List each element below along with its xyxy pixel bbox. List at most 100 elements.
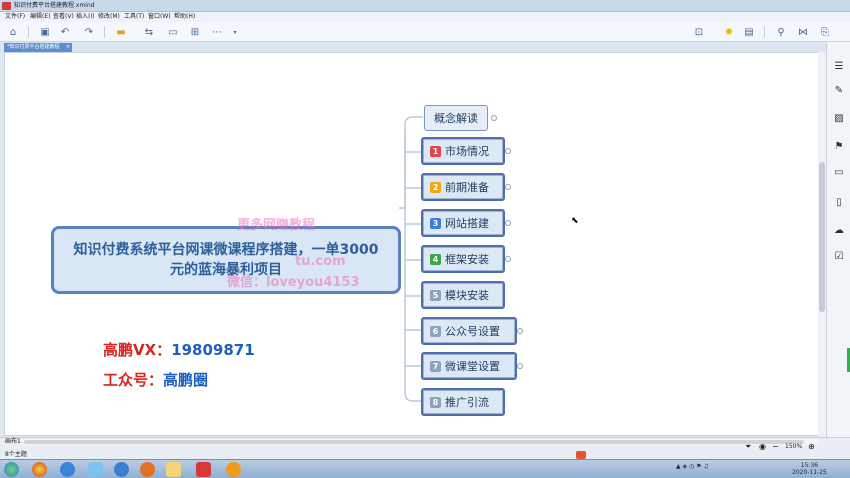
topic-count: 8个主题 xyxy=(5,451,27,458)
sogou-icon[interactable] xyxy=(60,462,75,477)
expand-icon[interactable] xyxy=(505,256,511,262)
relationship-icon[interactable]: ⇆ xyxy=(142,25,156,39)
toolbar: ⌂ ▣ ↶ ↷ ▬ ⇆ ▭ ⊞ ⋯ ▾ ⊡ ✹ ▤ ⚲ ⋈ ⎘ xyxy=(0,22,850,42)
zoom-level[interactable]: 150% xyxy=(785,443,802,451)
topic-icon[interactable]: ▬ xyxy=(114,25,128,39)
watermark-line2: tu.com xyxy=(295,254,346,269)
format-brush-icon[interactable]: ✎ xyxy=(834,86,844,96)
watermark-line1: 更多网赚教程 xyxy=(237,218,316,233)
mindmap-canvas[interactable]: 知识付费系统平台网课微课程序搭建，一单3000元的蓝海暴利项目 更多网赚教程 t… xyxy=(4,52,822,436)
vertical-scrollbar[interactable] xyxy=(818,52,826,436)
task-icon[interactable]: ☑ xyxy=(834,252,844,262)
start-button-icon[interactable] xyxy=(4,462,19,477)
export-icon[interactable]: ⎘ xyxy=(818,25,832,39)
tray-icons[interactable]: ▲ ◈ ◷ ⚑ ♫ xyxy=(676,463,709,470)
expand-icon[interactable] xyxy=(517,328,523,334)
save-icon[interactable]: ▣ xyxy=(38,25,52,39)
branch-label: 公众号设置 xyxy=(445,325,500,338)
title-bar: 知识付费平台搭建教程.xmind xyxy=(0,0,850,12)
toolbar-separator xyxy=(28,26,29,38)
vx-contact: 高鹏VX：19809871 xyxy=(103,339,255,360)
branch-node[interactable]: 7 微课堂设置 xyxy=(421,352,517,380)
branch-label: 微课堂设置 xyxy=(445,360,500,373)
branch-node[interactable]: 概念解读 xyxy=(424,105,488,131)
dropdown-icon[interactable]: ▾ xyxy=(228,25,242,39)
outline-icon[interactable]: ☰ xyxy=(834,62,844,72)
expand-icon[interactable] xyxy=(517,363,523,369)
xmind-window: 知识付费平台搭建教程.xmind 文件(F) 编辑(E) 查看(V) 插入(I)… xyxy=(0,0,850,478)
expand-icon[interactable] xyxy=(505,148,511,154)
branch-node[interactable]: 1 市场情况 xyxy=(421,137,505,165)
browser-icon[interactable] xyxy=(32,462,47,477)
zoom-in-icon[interactable]: ⊕ xyxy=(808,442,815,451)
branch-node[interactable]: 6 公众号设置 xyxy=(421,317,517,345)
window-title: 知识付费平台搭建教程.xmind xyxy=(14,2,95,9)
expand-icon[interactable] xyxy=(505,184,511,190)
vx-value: 19809871 xyxy=(171,341,255,359)
menu-help[interactable]: 帮助(H) xyxy=(174,12,195,22)
tab-label: *知识付费平台搭建教程 xyxy=(7,44,60,50)
branch-node[interactable]: 8 推广引流 xyxy=(421,388,505,416)
clock-date: 2020-11-25 xyxy=(792,469,827,476)
boundary-icon[interactable]: ▭ xyxy=(166,25,180,39)
tab-close-icon[interactable]: ✕ xyxy=(66,43,70,52)
home-icon[interactable]: ⌂ xyxy=(6,25,20,39)
status-bar: 画布1 8个主题 ⏷ ◉ − 150% ⊕ xyxy=(0,437,850,459)
branch-node[interactable]: 4 框架安装 xyxy=(421,245,505,273)
more-icon[interactable]: ⋯ xyxy=(210,25,224,39)
tab-mindmap[interactable]: *知识付费平台搭建教程 ✕ xyxy=(4,43,72,52)
image-icon[interactable]: ▨ xyxy=(834,114,844,124)
search-icon[interactable]: ⚲ xyxy=(774,25,788,39)
xmind-taskbar-icon[interactable] xyxy=(196,462,211,477)
menu-file[interactable]: 文件(F) xyxy=(5,12,25,22)
toolbar-separator xyxy=(764,26,765,38)
menu-bar: 文件(F) 编辑(E) 查看(V) 插入(I) 修改(M) 工具(T) 窗口(W… xyxy=(0,12,850,22)
filter-icon[interactable]: ⏷ xyxy=(745,442,751,452)
chat-icon[interactable]: ☁ xyxy=(834,226,844,236)
gzh-contact: 工众号：高鹏圈 xyxy=(103,369,208,390)
recorder-icon[interactable] xyxy=(226,462,241,477)
branch-label: 框架安装 xyxy=(445,253,489,266)
cloud-icon[interactable] xyxy=(88,462,103,477)
badge-icon: 5 xyxy=(430,289,441,301)
badge-icon: 3 xyxy=(430,217,441,229)
sheet-label[interactable]: 画布1 xyxy=(5,438,21,446)
branch-node[interactable]: 2 前期准备 xyxy=(421,173,505,201)
eye-icon[interactable]: ◉ xyxy=(759,442,766,451)
share-icon[interactable]: ⋈ xyxy=(796,25,810,39)
comment-icon[interactable]: ▭ xyxy=(834,168,844,178)
scrollbar-thumb[interactable] xyxy=(819,162,825,312)
branch-label: 推广引流 xyxy=(445,396,489,409)
menu-window[interactable]: 窗口(W) xyxy=(148,12,171,22)
clock-time: 15:36 xyxy=(800,462,819,469)
horizontal-scrollbar[interactable] xyxy=(22,439,818,445)
firefox-icon[interactable] xyxy=(140,462,155,477)
menu-tools[interactable]: 工具(T) xyxy=(124,12,144,22)
ime-logo-icon[interactable] xyxy=(576,451,586,459)
branch-node[interactable]: 5 模块安装 xyxy=(421,281,505,309)
menu-modify[interactable]: 修改(M) xyxy=(98,12,120,22)
notes-icon[interactable]: ▯ xyxy=(834,198,844,208)
summary-icon[interactable]: ⊞ xyxy=(188,25,202,39)
menu-view[interactable]: 查看(V) xyxy=(53,12,74,22)
badge-icon: 2 xyxy=(430,181,441,193)
hscrollbar-thumb[interactable] xyxy=(24,440,804,444)
expand-icon[interactable] xyxy=(505,220,511,226)
layout-icon[interactable]: ▤ xyxy=(742,25,756,39)
undo-icon[interactable]: ↶ xyxy=(58,25,72,39)
redo-icon[interactable]: ↷ xyxy=(82,25,96,39)
folder-icon[interactable] xyxy=(166,462,181,477)
menu-insert[interactable]: 插入(I) xyxy=(76,12,94,22)
presentation-icon[interactable]: ⊡ xyxy=(692,25,706,39)
menu-edit[interactable]: 编辑(E) xyxy=(30,12,50,22)
ie-icon[interactable] xyxy=(114,462,129,477)
expand-icon[interactable] xyxy=(491,115,497,121)
idea-icon[interactable]: ✹ xyxy=(722,25,736,39)
marker-flag-icon[interactable]: ⚑ xyxy=(834,142,844,152)
badge-icon: 1 xyxy=(430,145,441,157)
badge-icon: 7 xyxy=(430,360,441,372)
branch-node[interactable]: 3 网站搭建 xyxy=(421,209,505,237)
system-clock[interactable]: 15:36 2020-11-25 xyxy=(792,462,827,476)
badge-icon: 4 xyxy=(430,253,441,265)
zoom-out-icon[interactable]: − xyxy=(772,442,779,451)
